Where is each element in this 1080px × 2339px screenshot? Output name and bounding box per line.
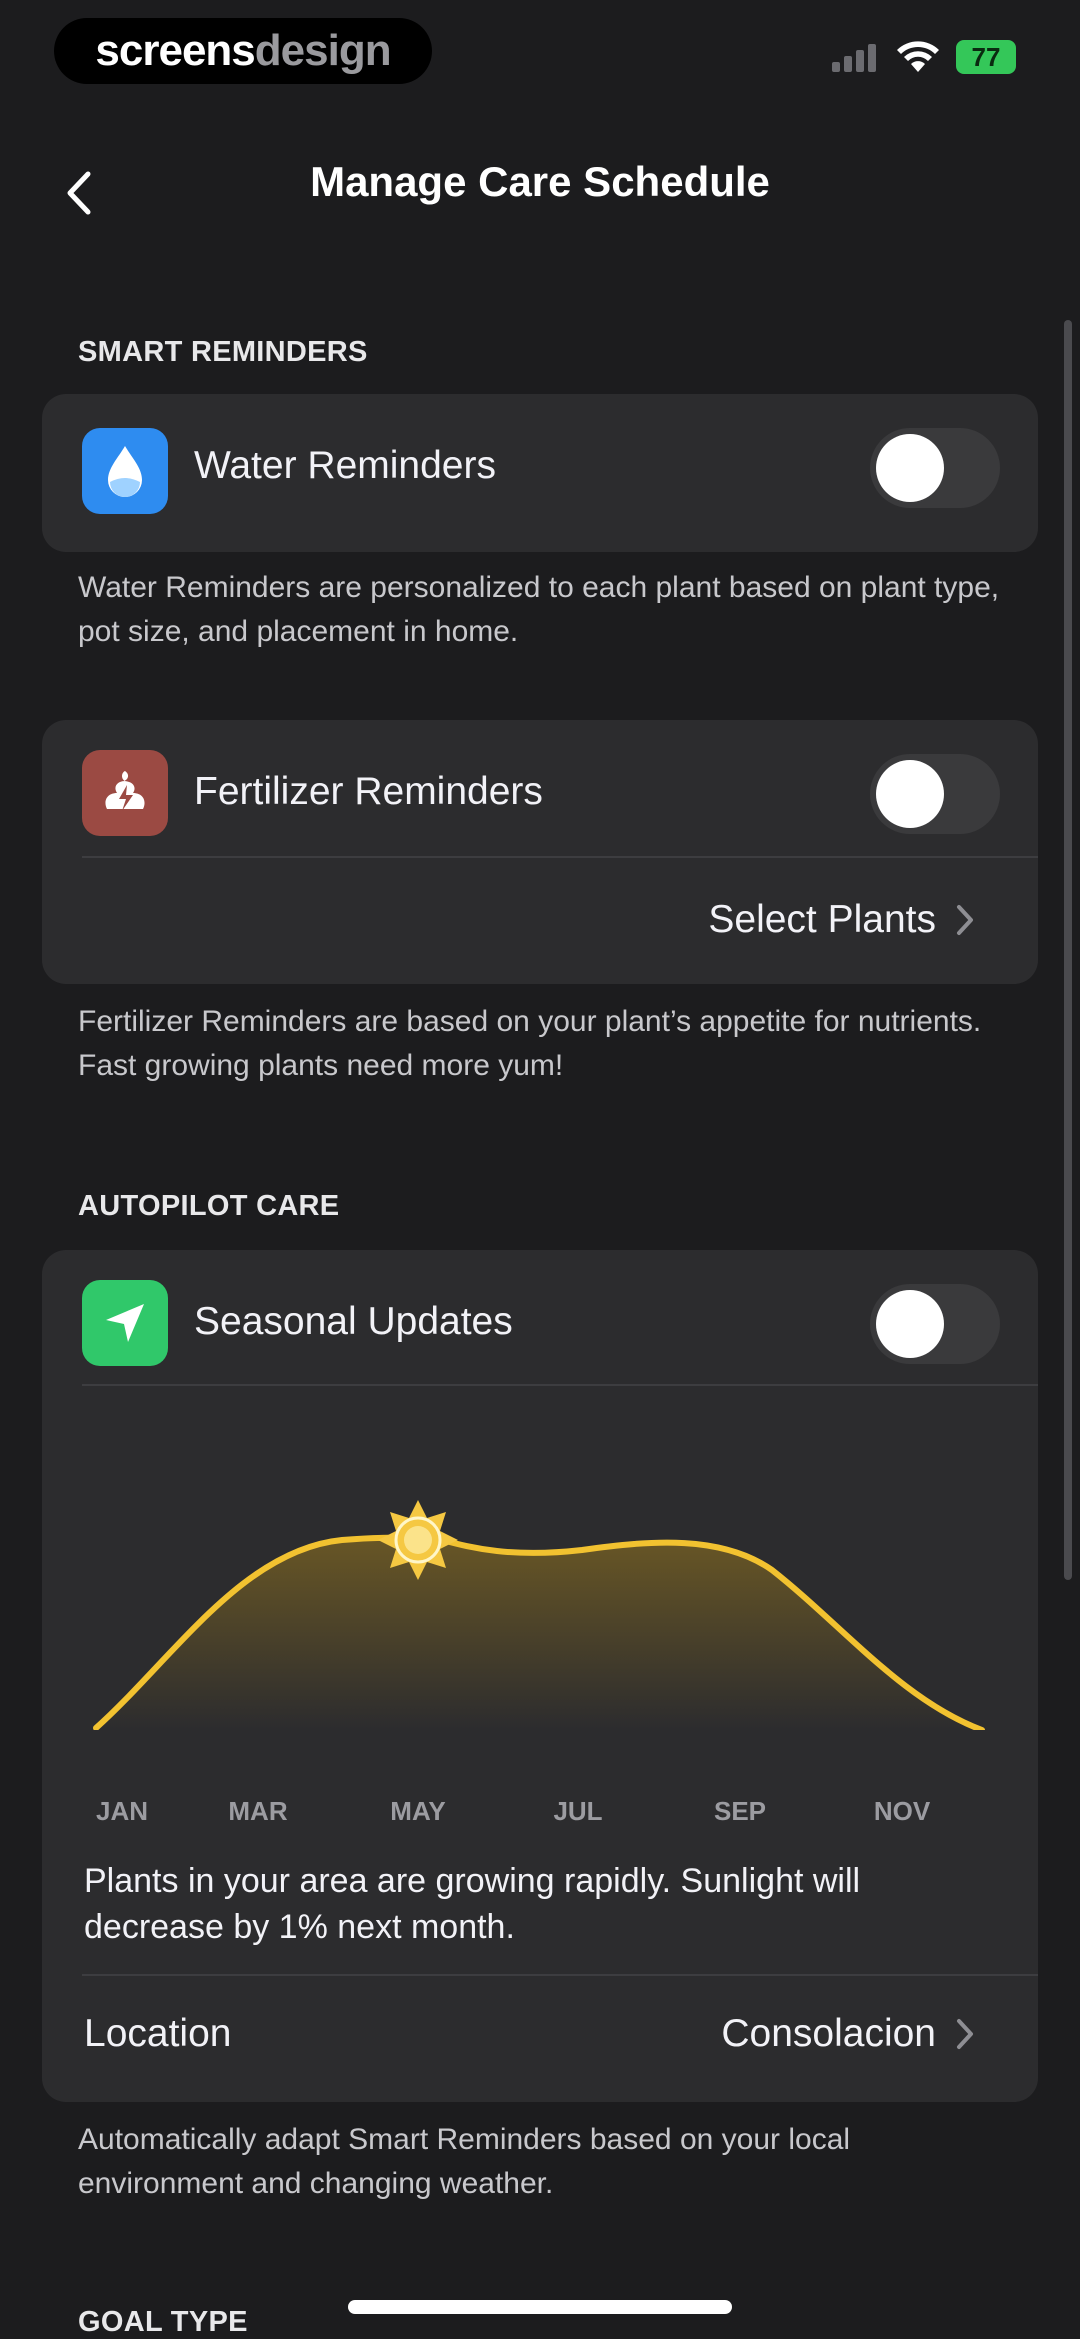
- seasonal-growth-chart: [93, 1500, 985, 1730]
- chart-month-label: JAN: [95, 1796, 148, 1826]
- location-value: Consolacion: [721, 2012, 936, 2055]
- fertilizer-reminders-footnote: Fertilizer Reminders are based on your p…: [78, 1005, 982, 1082]
- wifi-icon: [897, 41, 939, 72]
- logo-text-primary: screens: [95, 26, 255, 75]
- seasonal-updates-label: Seasonal Updates: [194, 1300, 513, 1343]
- fertilizer-icon: [82, 750, 168, 836]
- row-divider: [82, 1974, 1038, 1976]
- water-reminders-toggle[interactable]: [870, 428, 1000, 508]
- cellular-signal-icon: [832, 44, 876, 72]
- home-indicator[interactable]: [348, 2300, 732, 2314]
- growth-summary-text: Plants in your area are growing rapidly.…: [84, 1862, 861, 1946]
- chart-month-label: MAR: [228, 1796, 288, 1826]
- battery-level: 77: [971, 41, 1001, 72]
- water-reminders-card: Water Reminders: [42, 394, 1038, 552]
- location-row[interactable]: Location Consolacion: [42, 1978, 1038, 2102]
- chevron-right-icon: [957, 905, 973, 935]
- water-reminders-footnote: Water Reminders are personalized to each…: [78, 571, 1000, 648]
- navigation-arrow-icon: [82, 1280, 168, 1366]
- toggle-knob: [876, 760, 944, 828]
- fertilizer-reminders-toggle[interactable]: [870, 754, 1000, 834]
- logo-text-secondary: design: [254, 26, 392, 75]
- page-title: Manage Care Schedule: [310, 158, 770, 205]
- chart-month-label: JUL: [553, 1796, 603, 1826]
- seasonal-updates-toggle[interactable]: [870, 1284, 1000, 1364]
- water-reminders-label: Water Reminders: [194, 444, 496, 487]
- section-header-goal-type: GOAL TYPE: [78, 2306, 248, 2338]
- section-header-smart-reminders: SMART REMINDERS: [78, 336, 368, 368]
- autopilot-care-footnote: Automatically adapt Smart Reminders base…: [78, 2123, 851, 2200]
- fertilizer-reminders-label: Fertilizer Reminders: [194, 770, 543, 813]
- chart-month-label: NOV: [873, 1796, 931, 1826]
- row-divider: [82, 856, 1038, 858]
- autopilot-care-card: Seasonal Updates JAN MAR MAY JUL SEP NOV…: [42, 1250, 1038, 2102]
- location-label: Location: [84, 2012, 232, 2055]
- toggle-knob: [876, 434, 944, 502]
- select-plants-row[interactable]: Select Plants: [42, 860, 1038, 984]
- screensdesign-logo: screens design: [54, 18, 432, 84]
- chevron-right-icon: [957, 2019, 973, 2049]
- chart-month-label: MAY: [390, 1796, 446, 1826]
- section-header-autopilot-care: AUTOPILOT CARE: [78, 1190, 340, 1222]
- row-divider: [82, 1384, 1038, 1386]
- scrollbar[interactable]: [1064, 320, 1072, 1580]
- select-plants-label: Select Plants: [708, 898, 936, 941]
- sun-marker-icon: [378, 1500, 458, 1580]
- battery-indicator: 77: [956, 40, 1016, 74]
- fertilizer-reminders-card: Fertilizer Reminders Select Plants: [42, 720, 1038, 984]
- water-drop-icon: [82, 428, 168, 514]
- toggle-knob: [876, 1290, 944, 1358]
- chart-month-label: SEP: [713, 1796, 767, 1826]
